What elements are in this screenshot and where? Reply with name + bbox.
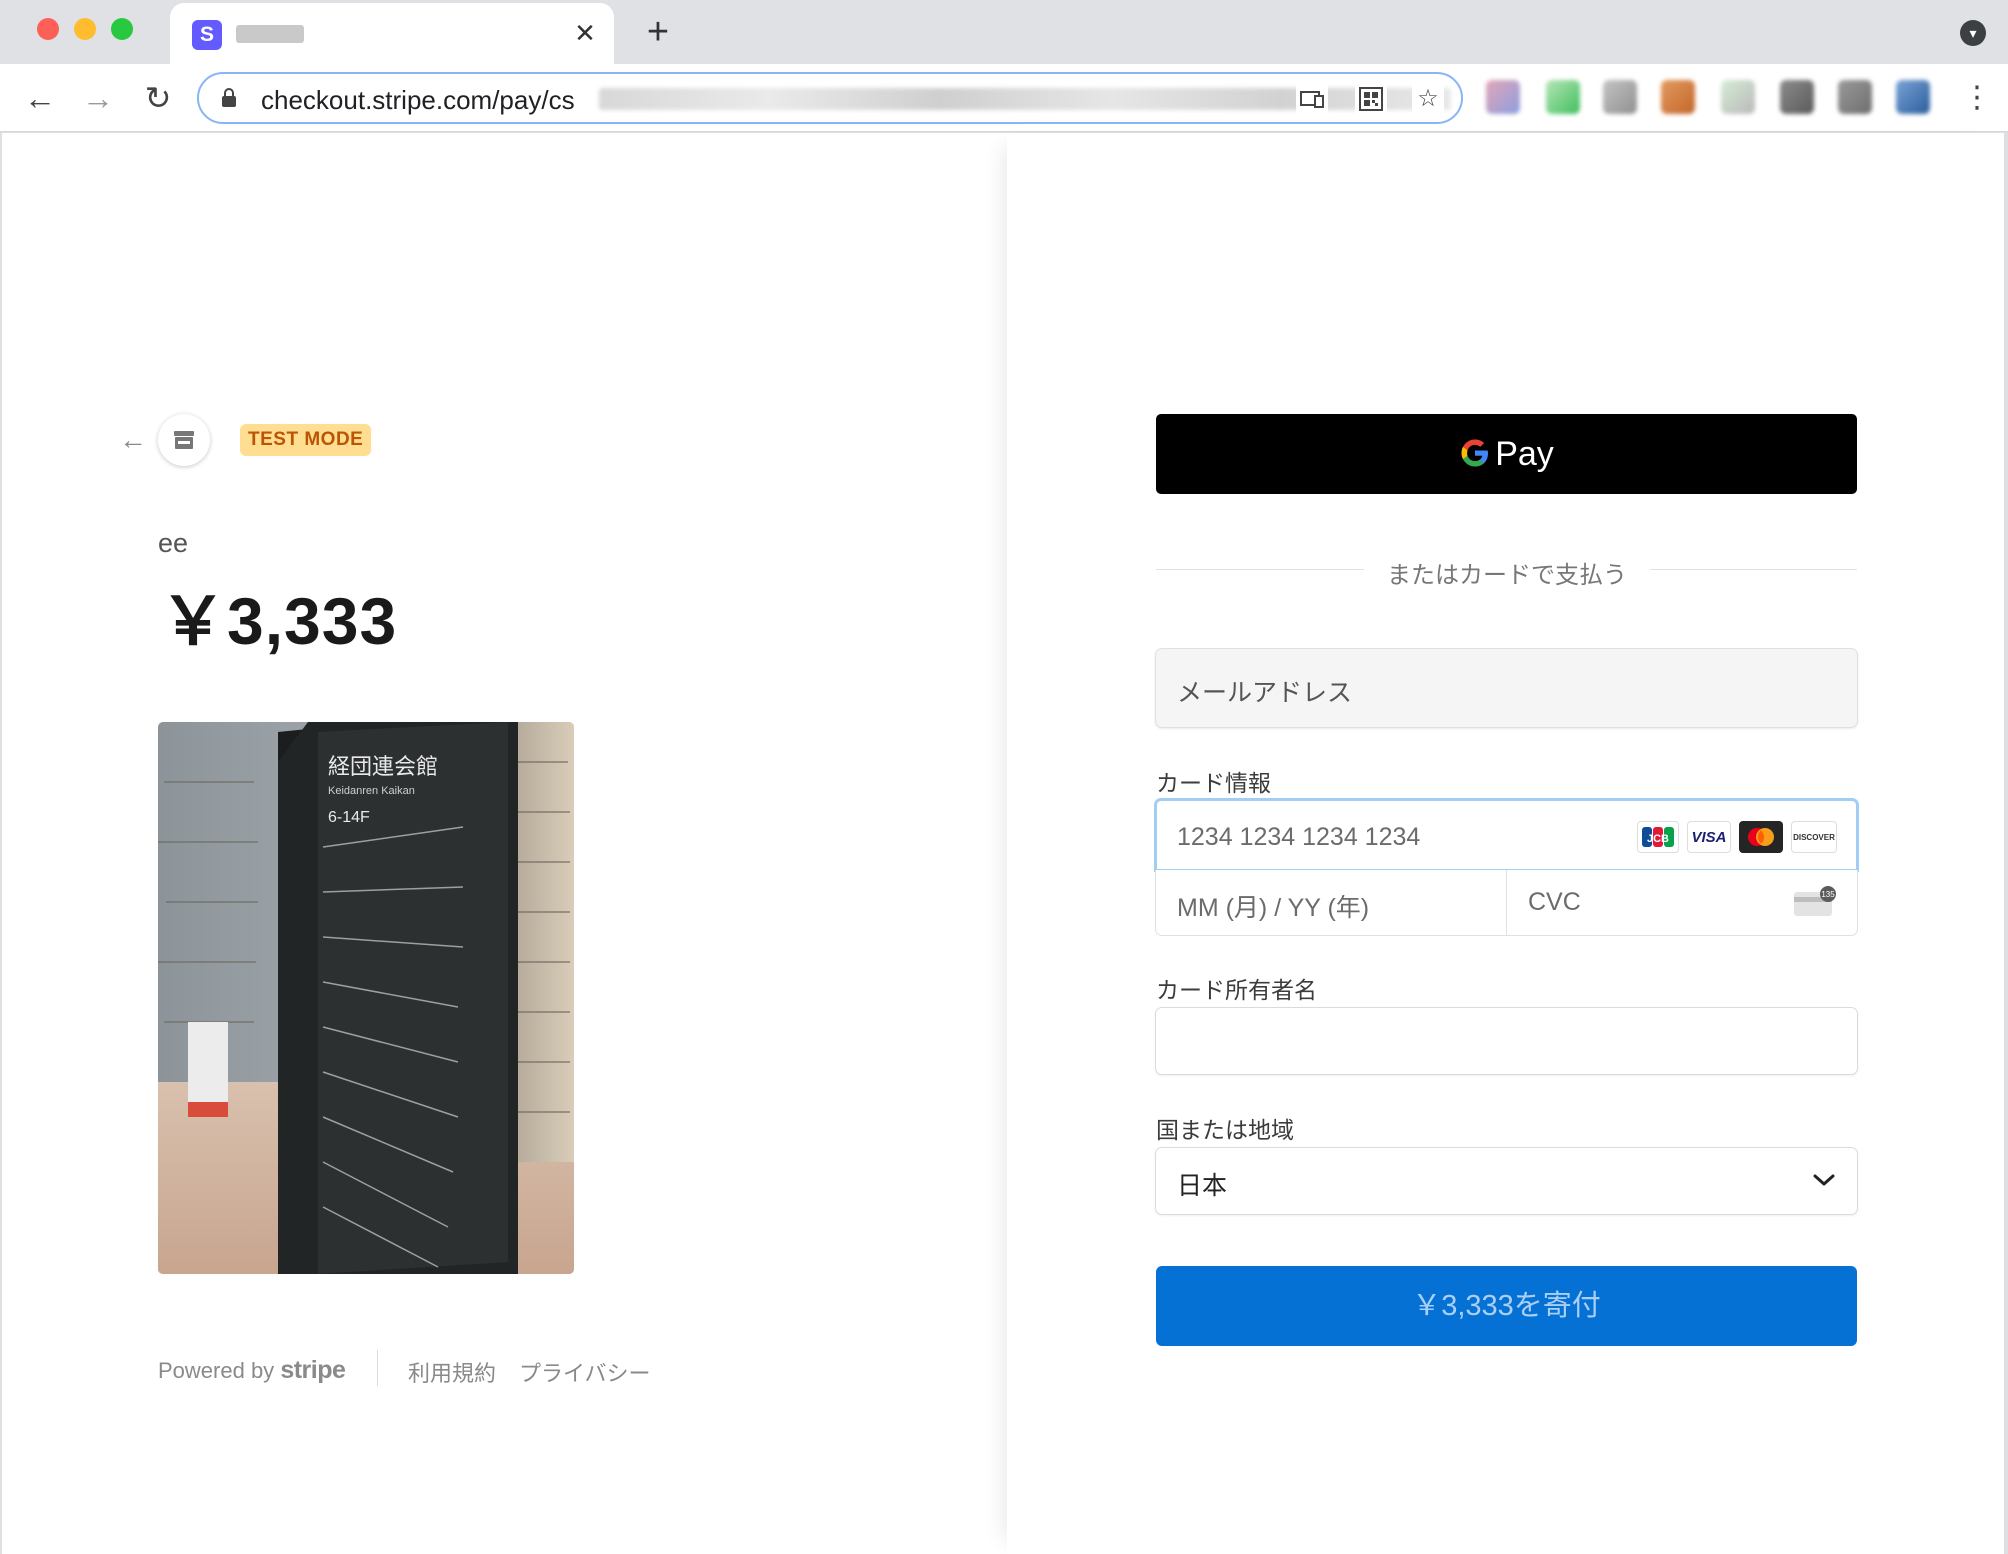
terms-link[interactable]: 利用規約	[408, 1356, 496, 1388]
browser-tab-bar: S ✕ + ▾	[0, 0, 2008, 64]
extension-icon[interactable]	[1603, 80, 1637, 114]
cvc-input[interactable]: CVC 135	[1506, 870, 1858, 936]
browser-back-button[interactable]: ←	[18, 76, 62, 120]
address-bar[interactable]: checkout.stripe.com/pay/cs ☆	[197, 72, 1463, 124]
window-minimize-button[interactable]	[74, 18, 96, 40]
tab-close-icon[interactable]: ✕	[568, 16, 602, 50]
product-name: ee	[158, 528, 189, 558]
bookmark-star-icon[interactable]: ☆	[1412, 84, 1444, 114]
card-info-label: カード情報	[1156, 770, 1271, 796]
chevron-down-icon	[1813, 1174, 1835, 1186]
browser-toolbar: ← → ↻ checkout.stripe.com/pay/cs ☆ ⋮	[0, 64, 2008, 132]
tab-title-redacted	[236, 25, 304, 43]
install-app-icon[interactable]	[1296, 84, 1328, 114]
svg-text:経団連会館: 経団連会館	[328, 754, 438, 779]
cardholder-name-input[interactable]	[1155, 1007, 1858, 1075]
product-price: ￥3,333	[160, 584, 398, 658]
url-text: checkout.stripe.com/pay/cs	[261, 85, 575, 115]
product-image: 経団連会館 Keidanren Kaikan 6-14F	[158, 722, 574, 1274]
divider-line-right	[1650, 569, 1857, 570]
extension-icon[interactable]	[1780, 80, 1814, 114]
donate-submit-button[interactable]: ￥3,333を寄付	[1156, 1266, 1857, 1346]
browser-tab-active[interactable]: S ✕	[170, 3, 614, 64]
country-select[interactable]: 日本	[1155, 1147, 1858, 1215]
extension-icon[interactable]	[1721, 80, 1755, 114]
window-zoom-button[interactable]	[111, 18, 133, 40]
test-mode-badge: TEST MODE	[240, 424, 372, 456]
tab-search-icon[interactable]: ▾	[1960, 20, 1986, 46]
footer-divider	[377, 1350, 378, 1386]
window-close-button[interactable]	[37, 18, 59, 40]
discover-brand-icon: DISCOVER	[1791, 821, 1837, 853]
google-pay-button[interactable]: Pay	[1156, 414, 1857, 494]
country-selected-value: 日本	[1177, 1172, 1228, 1200]
powered-by-text: Powered by	[158, 1358, 275, 1383]
privacy-link[interactable]: プライバシー	[519, 1356, 651, 1388]
email-field[interactable]: メールアドレス	[1155, 648, 1858, 728]
card-number-placeholder: 1234 1234 1234 1234	[1177, 823, 1421, 851]
svg-text:6-14F: 6-14F	[328, 809, 370, 826]
cvc-placeholder: CVC	[1528, 888, 1581, 916]
extension-icon[interactable]	[1661, 80, 1695, 114]
qr-code-icon[interactable]	[1355, 84, 1387, 114]
extension-icon[interactable]	[1896, 80, 1930, 114]
browser-reload-button[interactable]: ↻	[136, 76, 180, 120]
jcb-brand-icon: JCB	[1637, 821, 1679, 853]
country-label: 国または地域	[1156, 1117, 1294, 1143]
cvc-card-icon: 135	[1794, 886, 1836, 916]
gpay-label: Pay	[1495, 435, 1554, 473]
extension-icon[interactable]	[1838, 80, 1872, 114]
visa-brand-icon: VISA	[1687, 821, 1731, 853]
mastercard-brand-icon	[1739, 821, 1783, 853]
card-number-input[interactable]: 1234 1234 1234 1234 JCB VISA DISCOVER	[1154, 798, 1859, 872]
store-icon[interactable]	[158, 414, 210, 466]
powered-by-stripe[interactable]: Powered by stripe	[158, 1356, 346, 1385]
svg-text:135: 135	[1821, 890, 1835, 899]
extension-icon[interactable]	[1546, 80, 1580, 114]
svg-text:Keidanren Kaikan: Keidanren Kaikan	[328, 785, 415, 797]
pay-with-card-divider: またはカードで支払う	[1387, 562, 1627, 589]
expiry-input[interactable]: MM (月) / YY (年)	[1155, 870, 1507, 936]
chrome-menu-icon[interactable]: ⋮	[1962, 78, 1992, 118]
new-tab-button[interactable]: +	[638, 12, 678, 52]
divider-line-left	[1156, 569, 1364, 570]
expiry-placeholder: MM (月) / YY (年)	[1177, 894, 1370, 922]
svg-text:JCB: JCB	[1647, 833, 1669, 845]
back-arrow-icon[interactable]: ←	[116, 425, 150, 455]
stripe-favicon-icon: S	[192, 20, 222, 50]
cardholder-name-label: カード所有者名	[1156, 977, 1317, 1003]
browser-forward-button[interactable]: →	[76, 76, 120, 120]
stripe-logo: stripe	[280, 1356, 346, 1384]
lock-icon	[222, 88, 236, 107]
extension-icon[interactable]	[1486, 80, 1520, 114]
google-g-icon	[1461, 439, 1489, 467]
